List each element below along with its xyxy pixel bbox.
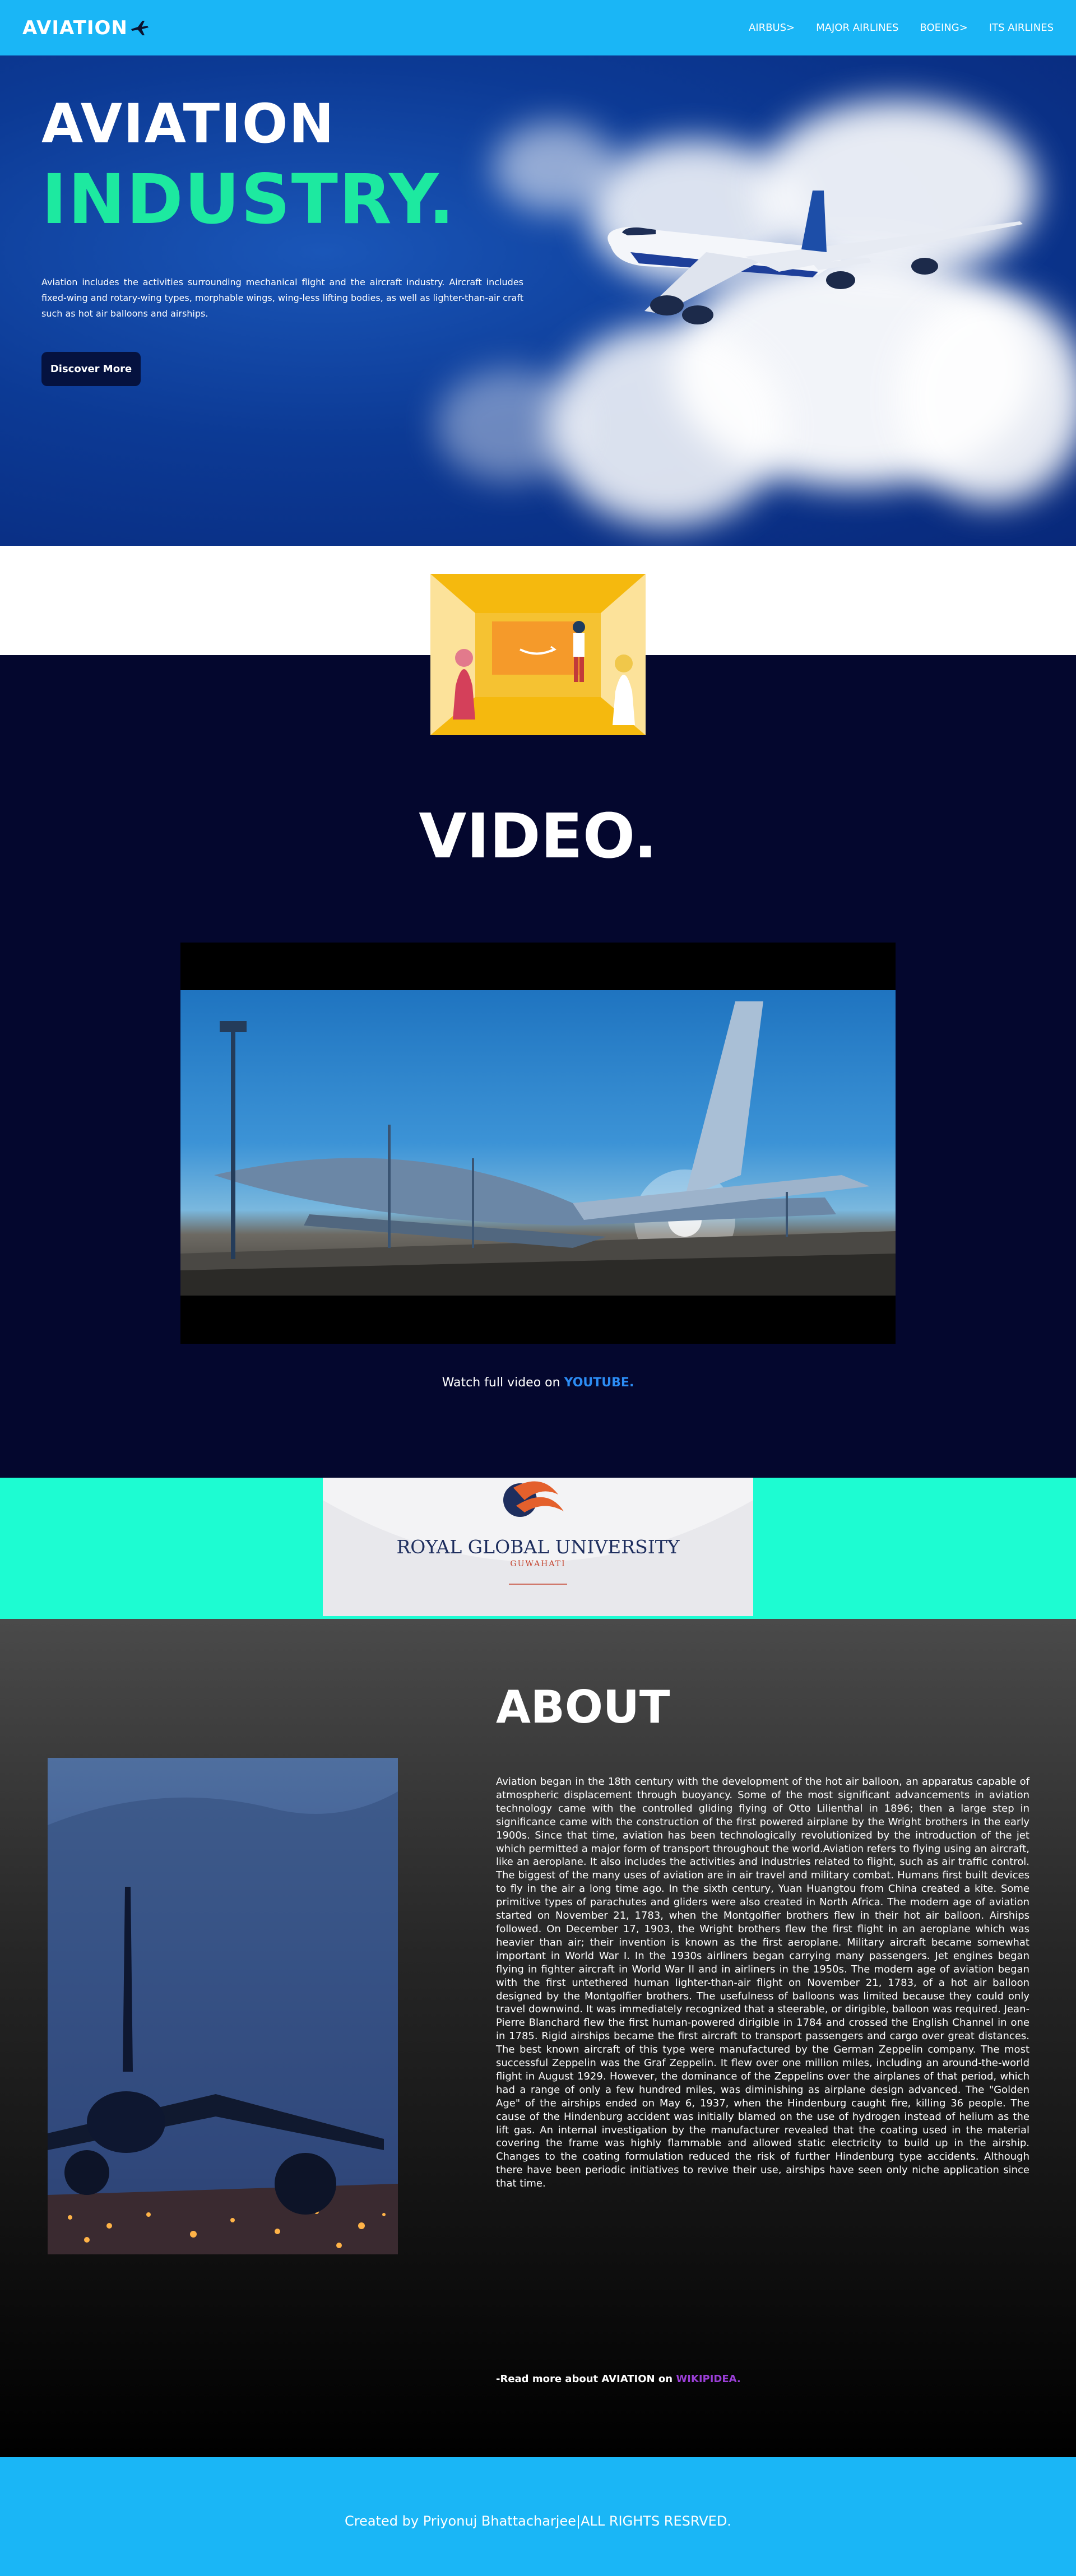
watch-video-prefix: Watch full video on [442, 1376, 564, 1390]
nav-link-airbus[interactable]: AIRBUS> [749, 22, 795, 34]
hero-title-line1: AVIATION [41, 92, 335, 155]
watch-video-caption: Watch full video on YOUTUBE. [0, 1376, 1076, 1390]
nav-link-major-airlines[interactable]: MAJOR AIRLINES [816, 22, 898, 34]
top-navbar: AVIATION AIRBUS> MAJOR AIRLINES BOEING> … [0, 0, 1076, 55]
nav-link-its-airlines[interactable]: ITS AIRLINES [989, 22, 1054, 34]
amazon-illustration [430, 574, 646, 735]
footer-copyright: Created by Priyonuj Bhattacharjee|ALL RI… [345, 2513, 731, 2529]
wikipedia-link[interactable]: WIKIPIDEA. [676, 2373, 740, 2385]
youtube-link[interactable]: YOUTUBE. [564, 1376, 634, 1390]
hero-description: Aviation includes the activities surroun… [41, 277, 523, 319]
discover-more-button[interactable]: Discover More [41, 352, 141, 386]
airplane-icon [131, 20, 149, 35]
nav-link-boeing[interactable]: BOEING> [920, 22, 967, 34]
video-thumbnail[interactable] [180, 990, 896, 1296]
read-more-prefix: -Read more about AVIATION on [496, 2373, 676, 2385]
brand-logo[interactable]: AVIATION [22, 17, 149, 39]
university-name: ROYAL GLOBAL UNIVERSITY [396, 1536, 680, 1558]
nav-links: AIRBUS> MAJOR AIRLINES BOEING> ITS AIRLI… [749, 22, 1054, 34]
university-city: GUWAHATI [510, 1559, 566, 1568]
hero-airplane-image [607, 191, 1023, 324]
classroom-illustration [430, 574, 646, 735]
brand-name: AVIATION [22, 16, 128, 39]
about-title: ABOUT [496, 1681, 670, 1733]
about-airplane-image [48, 1758, 398, 2254]
read-more-line: -Read more about AVIATION on WIKIPIDEA. [496, 2373, 741, 2385]
video-section-title: VIDEO. [419, 800, 657, 872]
about-body-text: Aviation began in the 18th century with … [496, 1776, 1029, 2190]
hero-title-line2: INDUSTRY. [41, 160, 456, 239]
rgu-logo-banner: ROYAL GLOBAL UNIVERSITY GUWAHATI [323, 1478, 753, 1616]
